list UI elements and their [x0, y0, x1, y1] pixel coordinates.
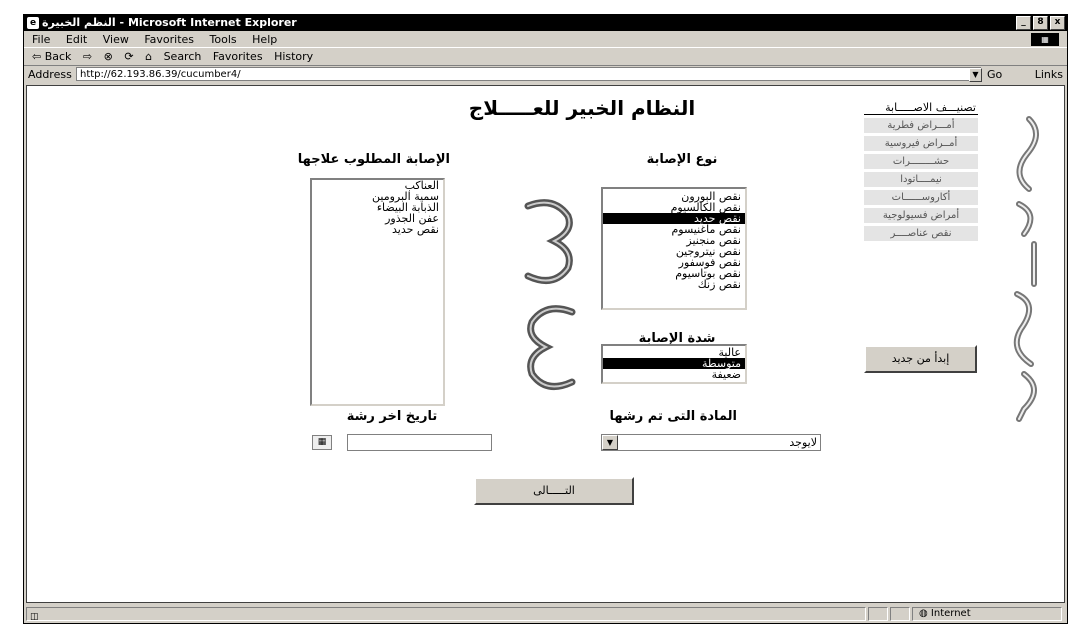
globe-icon: ◍: [919, 608, 931, 619]
menu-help[interactable]: Help: [252, 33, 277, 46]
browser-window: e النظم الخبيرة - Microsoft Internet Exp…: [23, 14, 1068, 624]
side-menu-item-mites[interactable]: أكاروســــــات: [864, 190, 978, 205]
address-bar: Address http://62.193.86.39/cucumber4/ ▼…: [24, 66, 1067, 83]
calendar-icon[interactable]: ▦: [312, 435, 332, 450]
zone-indicator: ◍ Internet: [912, 607, 1062, 621]
side-menu: تصنيـــف الاصـــــابة أمـــراض فطرية أمـ…: [864, 101, 978, 241]
favorites-button[interactable]: Favorites: [213, 50, 263, 63]
side-menu-item-insects[interactable]: حشــــــــرات: [864, 154, 978, 169]
maximize-button[interactable]: 8: [1033, 16, 1048, 30]
side-menu-item-physiological[interactable]: أمراض فسيولوجية: [864, 208, 978, 223]
menu-tools[interactable]: Tools: [210, 33, 237, 46]
links-button[interactable]: Links: [1035, 66, 1063, 83]
last-spray-date-label: تاريخ اخر رشة: [346, 409, 438, 424]
sprayed-material-select[interactable]: لايوجد ▼: [601, 434, 821, 451]
back-button[interactable]: ⇦ Back: [32, 50, 71, 63]
stop-button[interactable]: ⊗: [104, 50, 113, 63]
status-cell: [890, 607, 910, 621]
side-menu-item-viral[interactable]: أمــراض فيروسية: [864, 136, 978, 151]
calligraphy-logo: [1013, 116, 1039, 422]
to-treat-list[interactable]: العناكب سمية البرومين الذبابة البيضاء عف…: [310, 178, 445, 406]
chevron-down-icon[interactable]: ▼: [602, 435, 618, 450]
sprayed-material-value: لايوجد: [789, 436, 817, 449]
address-dropdown-icon[interactable]: ▼: [969, 68, 982, 82]
address-input[interactable]: http://62.193.86.39/cucumber4/: [76, 67, 981, 81]
to-treat-label: الإصابة المطلوب علاجها: [297, 152, 450, 167]
minimize-button[interactable]: _: [1016, 16, 1031, 30]
history-button[interactable]: History: [274, 50, 313, 63]
restart-button[interactable]: إبدأ من جديد: [864, 345, 977, 373]
add-arrow-icon[interactable]: [524, 196, 576, 286]
menu-edit[interactable]: Edit: [66, 33, 87, 46]
menu-view[interactable]: View: [103, 33, 129, 46]
title-bar: e النظم الخبيرة - Microsoft Internet Exp…: [24, 15, 1067, 31]
page-title: النظام الخبير للعـــــلاج: [468, 96, 696, 120]
menu-file[interactable]: File: [32, 33, 50, 46]
page-icon: ◫: [30, 612, 39, 622]
window-title: النظم الخبيرة - Microsoft Internet Explo…: [42, 16, 297, 29]
remove-arrow-icon[interactable]: [524, 302, 576, 392]
severity-list[interactable]: عالية متوسطة ضعيفة: [601, 344, 747, 384]
toolbar: ⇦ Back ⇨ ⊗ ⟳ ⌂ Search Favorites History: [24, 48, 1067, 66]
side-menu-item-nutrient-deficiency[interactable]: نقص عناصــــر: [864, 226, 978, 241]
status-text: ◫: [26, 607, 866, 622]
sprayed-material-label: المادة التى تم رشها: [609, 409, 737, 424]
forward-button[interactable]: ⇨: [83, 50, 92, 63]
search-button[interactable]: Search: [164, 50, 202, 63]
address-label: Address: [28, 68, 72, 81]
infection-type-label: نوع الإصابة: [646, 152, 718, 167]
status-cell: [868, 607, 888, 621]
side-menu-title: تصنيـــف الاصـــــابة: [864, 101, 978, 115]
menu-favorites[interactable]: Favorites: [144, 33, 194, 46]
next-button[interactable]: التـــــالى: [474, 477, 634, 505]
status-bar: ◫ ◍ Internet: [24, 605, 1067, 623]
list-item[interactable]: ضعيفة: [603, 369, 745, 380]
close-button[interactable]: x: [1050, 16, 1065, 30]
go-button[interactable]: Go: [987, 66, 1002, 83]
refresh-button[interactable]: ⟳: [124, 50, 133, 63]
menu-bar: File Edit View Favorites Tools Help ▦: [24, 32, 1067, 48]
side-menu-item-nematodes[interactable]: نيمــــاتودا: [864, 172, 978, 187]
list-item[interactable]: نقص حديد: [312, 224, 443, 235]
side-menu-item-fungal[interactable]: أمـــراض فطرية: [864, 118, 978, 133]
last-spray-date-input[interactable]: [347, 434, 492, 451]
zone-label: Internet: [930, 608, 971, 619]
ie-icon: e: [27, 17, 39, 29]
infection-type-list[interactable]: نقص البورون نقص الكالسيوم نقص حديد نقص م…: [601, 187, 747, 310]
page-content: النظام الخبير للعـــــلاج الإصابة المطلو…: [26, 85, 1065, 603]
list-item[interactable]: نقص زنك: [603, 279, 745, 290]
windows-logo-icon: ▦: [1031, 33, 1059, 46]
home-button[interactable]: ⌂: [145, 50, 152, 63]
